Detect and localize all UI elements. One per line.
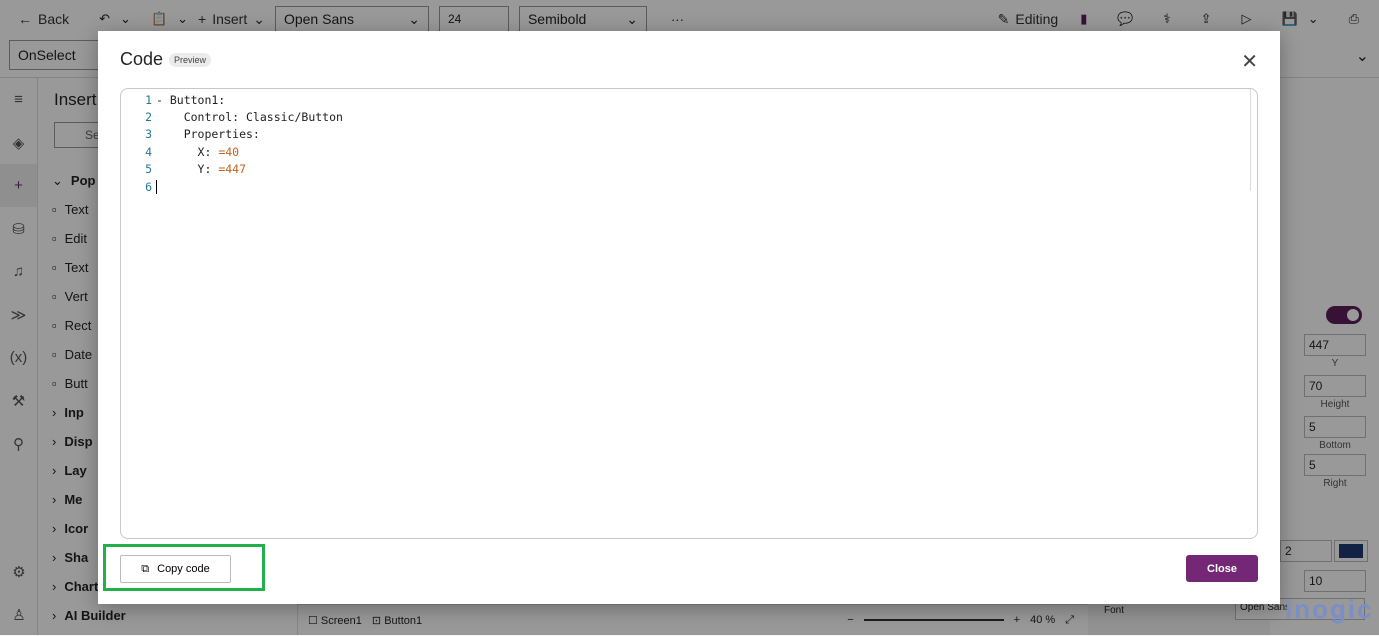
scrollbar[interactable]	[1250, 89, 1251, 191]
code-text: Y:	[156, 162, 219, 177]
code-text: X:	[156, 144, 219, 159]
code-line: 4 X: =40	[121, 143, 1257, 160]
line-number: 2	[145, 110, 152, 125]
code-text: Properties:	[156, 127, 260, 142]
line-number: 5	[145, 162, 152, 177]
text-cursor	[156, 179, 157, 194]
code-line: 6	[121, 178, 1257, 195]
line-number: 6	[145, 179, 152, 194]
line-number: 1	[145, 92, 152, 107]
code-line: 1 - Button1:	[121, 91, 1257, 108]
code-value: =40	[218, 144, 240, 159]
line-number: 4	[145, 144, 152, 159]
code-dialog: Code Preview ✕ 1- Button1: 2 Control: Clas…	[98, 31, 1280, 604]
close-button[interactable]: Close	[1186, 555, 1258, 582]
copy-code-button[interactable]: ⧉ Copy code	[120, 555, 231, 583]
close-icon[interactable]: ✕	[1241, 49, 1258, 74]
code-text: - Button1:	[156, 92, 226, 107]
watermark-logo: inogic	[1285, 594, 1374, 624]
line-number: 3	[145, 127, 152, 142]
copy-icon: ⧉	[141, 562, 150, 575]
preview-badge: Preview	[169, 52, 212, 67]
code-line: 5 Y: =447	[121, 161, 1257, 178]
dialog-title: Code Preview	[120, 49, 212, 70]
code-line: 3 Properties:	[121, 126, 1257, 143]
code-text: Control: Classic/Button	[156, 110, 343, 125]
code-line: 2 Control: Classic/Button	[121, 108, 1257, 125]
code-editor[interactable]: 1- Button1: 2 Control: Classic/Button 3 Pr…	[120, 88, 1258, 539]
code-value: =447	[218, 162, 247, 177]
